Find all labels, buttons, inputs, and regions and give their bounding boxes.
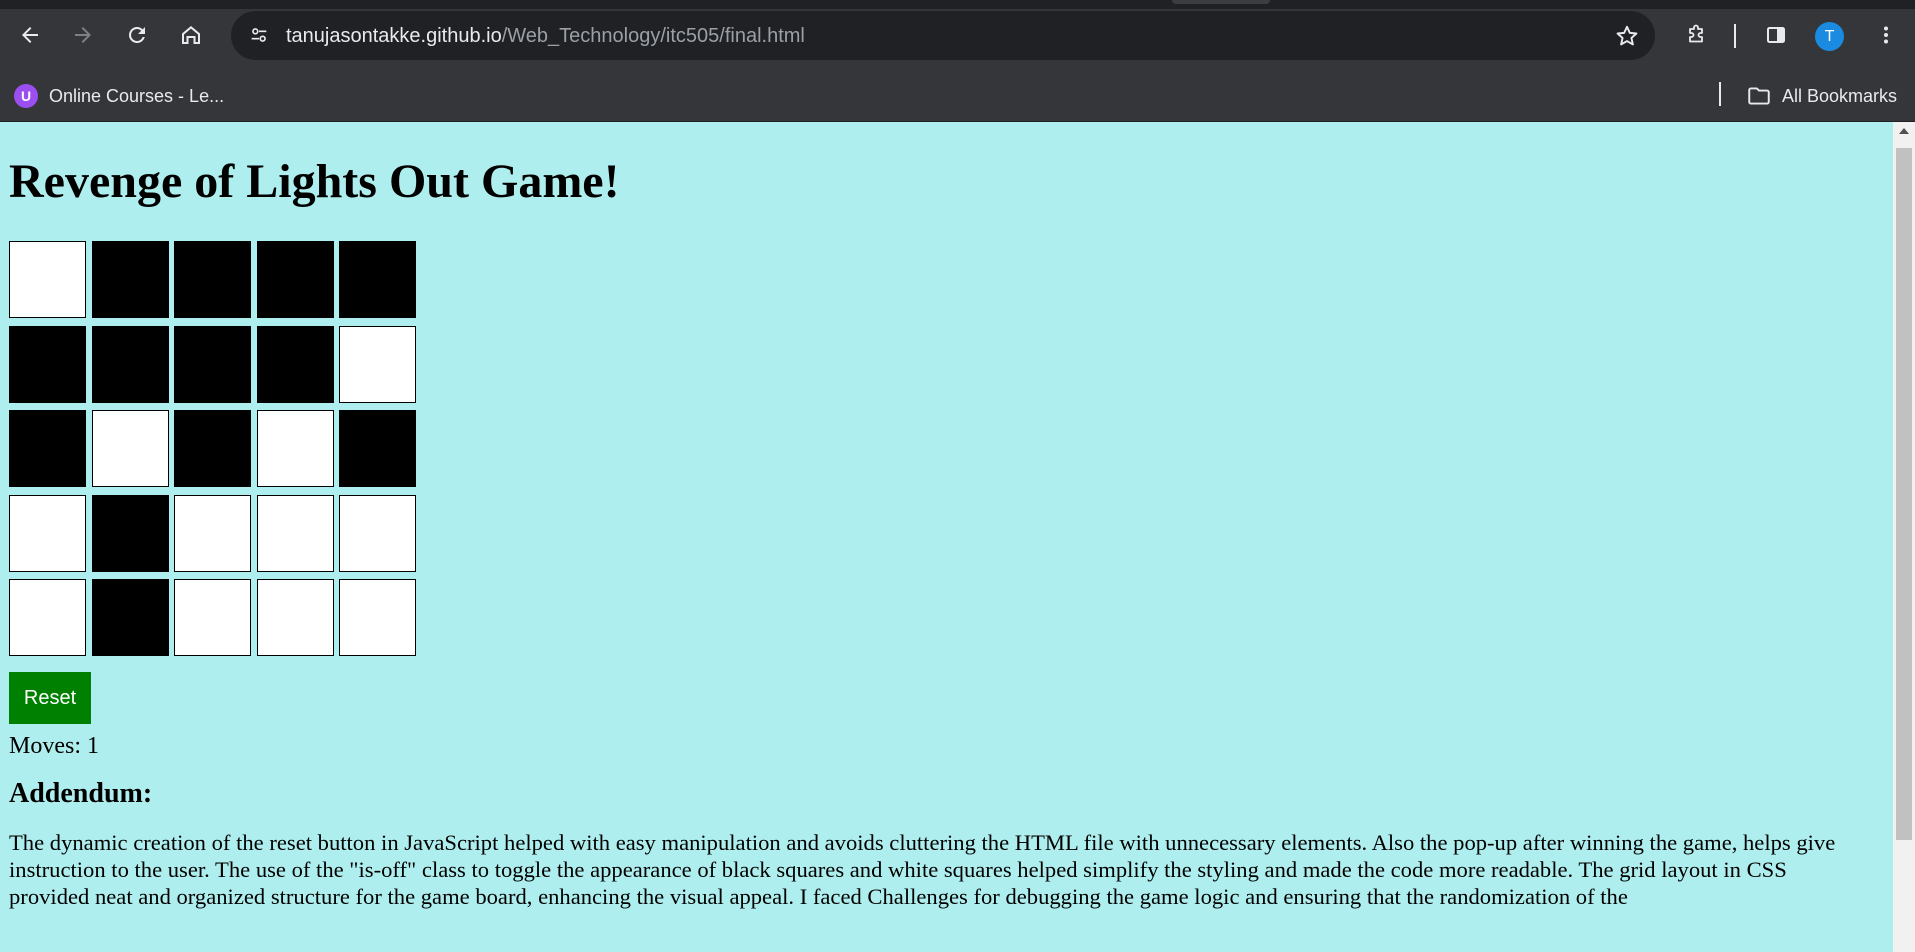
moves-value: 1 bbox=[87, 733, 99, 759]
url-text[interactable]: tanujasontakke.github.io/Web_Technology/… bbox=[286, 24, 805, 48]
addendum-heading: Addendum: bbox=[9, 778, 153, 809]
board-cell-r1-c5[interactable] bbox=[339, 241, 416, 318]
moves-label: Moves: bbox=[9, 733, 81, 759]
board-cell-r3-c4[interactable] bbox=[256, 410, 334, 487]
board-cell-r2-c2[interactable] bbox=[91, 325, 169, 403]
moves-counter: Moves: 1 bbox=[9, 731, 99, 761]
back-button[interactable] bbox=[12, 17, 48, 53]
board-cell-r5-c5[interactable] bbox=[339, 579, 416, 656]
board-cell-r1-c1[interactable] bbox=[9, 241, 86, 318]
home-button[interactable] bbox=[173, 17, 209, 53]
all-bookmarks-button[interactable]: All Bookmarks bbox=[1746, 82, 1897, 110]
address-bar[interactable]: tanujasontakke.github.io/Web_Technology/… bbox=[231, 11, 1655, 60]
reload-button[interactable] bbox=[119, 17, 155, 53]
board-cell-r4-c1[interactable] bbox=[9, 494, 86, 572]
scroll-up-arrow-icon[interactable] bbox=[1899, 128, 1909, 134]
reset-button[interactable]: Reset bbox=[9, 672, 91, 724]
board-cell-r5-c1[interactable] bbox=[9, 579, 86, 656]
board-cell-r5-c2[interactable] bbox=[91, 579, 169, 656]
board-cell-r3-c2[interactable] bbox=[91, 410, 169, 487]
board-cell-r2-c4[interactable] bbox=[256, 325, 334, 403]
arrow-right-icon bbox=[75, 27, 91, 43]
tune-icon bbox=[251, 28, 267, 42]
board-cell-r5-c4[interactable] bbox=[256, 579, 334, 656]
board-cell-r3-c5[interactable] bbox=[339, 410, 416, 487]
arrow-left-icon bbox=[22, 27, 38, 43]
board-cell-r4-c5[interactable] bbox=[339, 494, 416, 572]
star-icon bbox=[1616, 25, 1638, 46]
browser-toolbar: tanujasontakke.github.io/Web_Technology/… bbox=[0, 0, 1915, 70]
bookmark-label: All Bookmarks bbox=[1782, 85, 1898, 106]
tab-strip bbox=[0, 0, 1915, 9]
board-cell-r2-c1[interactable] bbox=[9, 325, 86, 403]
chrome-menu-button[interactable] bbox=[1868, 17, 1904, 53]
active-tab-indicator bbox=[1172, 0, 1270, 4]
site-info-button[interactable] bbox=[243, 19, 275, 51]
bookmark-label: Online Courses - Le... bbox=[49, 85, 225, 106]
forward-button[interactable] bbox=[65, 17, 101, 53]
board-cell-r4-c2[interactable] bbox=[91, 494, 169, 572]
board-cell-r3-c1[interactable] bbox=[9, 410, 86, 487]
board-cell-r1-c3[interactable] bbox=[174, 241, 251, 318]
board-cell-r2-c5[interactable] bbox=[339, 325, 416, 403]
bookmarks-bar: U Online Courses - Le... All Bookmarks bbox=[0, 70, 1915, 122]
udemy-favicon-icon: U bbox=[14, 84, 38, 108]
addendum-text: The dynamic creation of the reset button… bbox=[9, 830, 1836, 909]
side-panel-icon bbox=[1767, 27, 1785, 43]
url-host: tanujasontakke.github.io bbox=[286, 25, 502, 47]
profile-avatar[interactable]: T bbox=[1815, 22, 1844, 51]
bookmark-online-courses[interactable]: U Online Courses - Le... bbox=[14, 82, 224, 110]
home-icon bbox=[182, 26, 200, 44]
board-cell-r3-c3[interactable] bbox=[174, 410, 251, 487]
board-cell-r4-c4[interactable] bbox=[256, 494, 334, 572]
folder-icon bbox=[1748, 87, 1770, 105]
toolbar-divider bbox=[1734, 24, 1736, 48]
extensions-button[interactable] bbox=[1678, 17, 1714, 53]
page-title: Revenge of Lights Out Game! bbox=[9, 155, 620, 208]
page-viewport: Revenge of Lights Out Game! Reset Moves:… bbox=[0, 122, 1893, 952]
board-cell-r4-c3[interactable] bbox=[174, 494, 251, 572]
bookmarks-divider bbox=[1719, 82, 1721, 106]
puzzle-icon bbox=[1689, 24, 1703, 43]
page-scrollbar[interactable] bbox=[1893, 122, 1915, 952]
board-cell-r2-c3[interactable] bbox=[174, 325, 251, 403]
game-board bbox=[9, 241, 416, 656]
board-cell-r1-c4[interactable] bbox=[256, 241, 334, 318]
bookmark-star-button[interactable] bbox=[1613, 22, 1641, 50]
url-path: /Web_Technology/itc505/final.html bbox=[501, 25, 805, 47]
more-vert-icon bbox=[1884, 26, 1888, 44]
reload-icon bbox=[129, 26, 145, 43]
side-panel-button[interactable] bbox=[1758, 17, 1794, 53]
board-cell-r1-c2[interactable] bbox=[91, 241, 169, 318]
scroll-thumb[interactable] bbox=[1896, 148, 1912, 840]
board-cell-r5-c3[interactable] bbox=[174, 579, 251, 656]
